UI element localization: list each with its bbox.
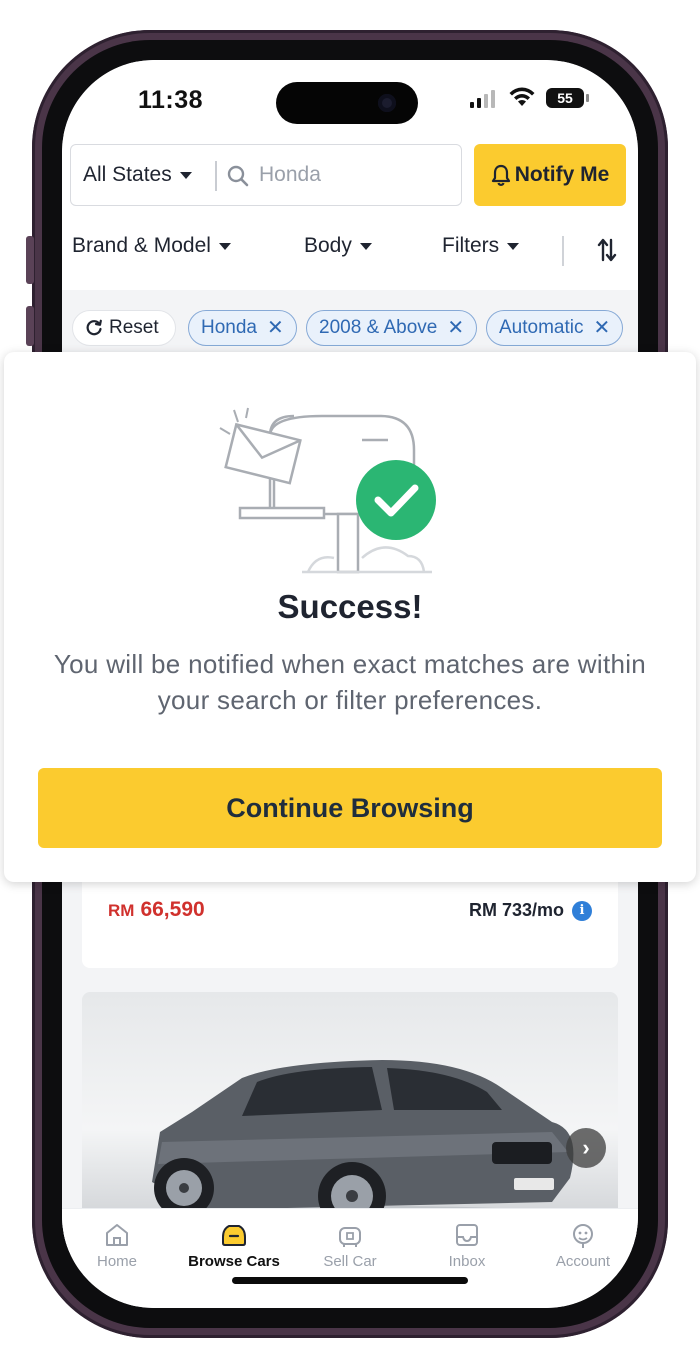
close-icon[interactable]: ✕	[267, 318, 284, 338]
tab-label: Account	[555, 1253, 611, 1270]
account-icon	[573, 1224, 593, 1248]
search-input[interactable]	[259, 159, 449, 191]
info-icon[interactable]: i	[572, 900, 592, 921]
tab-sell-car[interactable]: Sell Car	[295, 1221, 405, 1270]
bell-icon	[491, 164, 510, 186]
body-filter[interactable]: Body	[304, 234, 372, 258]
phone-volume-up-button	[26, 306, 34, 346]
filter-chip[interactable]: Automatic ✕	[486, 310, 624, 346]
state-dropdown-label: All States	[83, 163, 172, 186]
app-screenshot: 11:38 55 All States Honda Notify Me Bran…	[0, 0, 700, 1368]
filter-chip-label: Automatic	[499, 317, 584, 338]
divider	[562, 236, 564, 266]
brand-model-filter[interactable]: Brand & Model	[72, 234, 231, 258]
status-bar: 11:38 55	[62, 60, 638, 138]
modal-title: Success!	[277, 588, 423, 625]
chevron-down-icon	[179, 171, 192, 179]
brand-model-label: Brand & Model	[72, 234, 211, 257]
next-image-button[interactable]: ›	[566, 1128, 606, 1168]
sell-tag-icon	[339, 1227, 361, 1247]
price-currency: RM	[108, 901, 135, 920]
filters-dropdown[interactable]: Filters	[442, 234, 520, 258]
monthly-installment: RM 733/mo i	[469, 900, 592, 921]
home-indicator	[232, 1277, 468, 1284]
dynamic-island	[276, 82, 418, 124]
filter-chip-label: Honda	[201, 317, 257, 338]
car-image-card[interactable]: ›	[82, 992, 618, 1242]
success-modal: Success! You will be notified when exact…	[4, 352, 696, 882]
notify-me-label: Notify Me	[514, 163, 610, 186]
close-icon[interactable]: ✕	[593, 318, 610, 338]
listing-price-row[interactable]: RM 66,590 RM 733/mo i	[82, 880, 618, 968]
body-label: Body	[304, 234, 352, 257]
inbox-icon	[456, 1224, 478, 1246]
divider	[215, 161, 217, 191]
refresh-icon	[86, 319, 102, 336]
chevron-down-icon	[359, 242, 372, 250]
wifi-icon	[509, 87, 535, 106]
monthly-installment-label: RM 733/mo	[468, 900, 564, 920]
mailbox-success-illustration	[219, 407, 436, 574]
filter-chip-label: 2008 & Above	[319, 317, 438, 338]
phone-action-button	[26, 236, 34, 284]
filter-chip[interactable]: Honda ✕	[188, 310, 297, 346]
camera-icon	[378, 94, 396, 112]
tab-browse-cars[interactable]: Browse Cars	[179, 1221, 289, 1270]
signal-icon	[470, 90, 495, 108]
close-icon[interactable]: ✕	[447, 318, 464, 338]
active-filter-chips: Reset Honda ✕ 2008 & Above ✕ Automatic ✕	[62, 290, 638, 352]
car-icon	[222, 1225, 246, 1246]
modal-message: You will be notified when exact matches …	[53, 649, 647, 715]
home-icon	[106, 1224, 128, 1246]
reset-label: Reset	[109, 317, 159, 338]
chevron-down-icon	[218, 242, 231, 250]
filter-chip[interactable]: 2008 & Above ✕	[306, 310, 478, 346]
reset-button[interactable]: Reset	[72, 310, 176, 346]
tab-label: Home	[96, 1253, 137, 1270]
tab-inbox[interactable]: Inbox	[412, 1221, 522, 1270]
tab-home[interactable]: Home	[62, 1221, 172, 1270]
search-box: All States	[70, 144, 462, 206]
sort-icon[interactable]	[596, 238, 618, 262]
status-time: 11:38	[138, 86, 204, 114]
tab-label: Inbox	[448, 1253, 486, 1270]
filter-bar: Brand & Model Body Filters	[62, 228, 638, 280]
search-header: All States Notify Me Brand	[62, 138, 638, 290]
battery-icon: 55	[546, 88, 589, 108]
continue-browsing-button[interactable]: Continue Browsing	[38, 768, 662, 848]
search-icon	[227, 165, 249, 187]
price-value: 66,590	[140, 898, 205, 921]
filters-label: Filters	[442, 234, 500, 257]
tab-label: Browse Cars	[188, 1253, 280, 1270]
state-dropdown[interactable]: All States	[83, 163, 192, 187]
tab-account[interactable]: Account	[528, 1221, 638, 1270]
notify-me-button[interactable]: Notify Me	[474, 144, 626, 206]
tab-label: Sell Car	[323, 1253, 377, 1270]
bottom-tab-bar: Home Browse Cars Sell Car Inbox Account	[62, 1208, 638, 1308]
car-photo	[132, 1060, 618, 1242]
chevron-down-icon	[507, 242, 520, 250]
listing-price: RM 66,590	[108, 898, 205, 922]
